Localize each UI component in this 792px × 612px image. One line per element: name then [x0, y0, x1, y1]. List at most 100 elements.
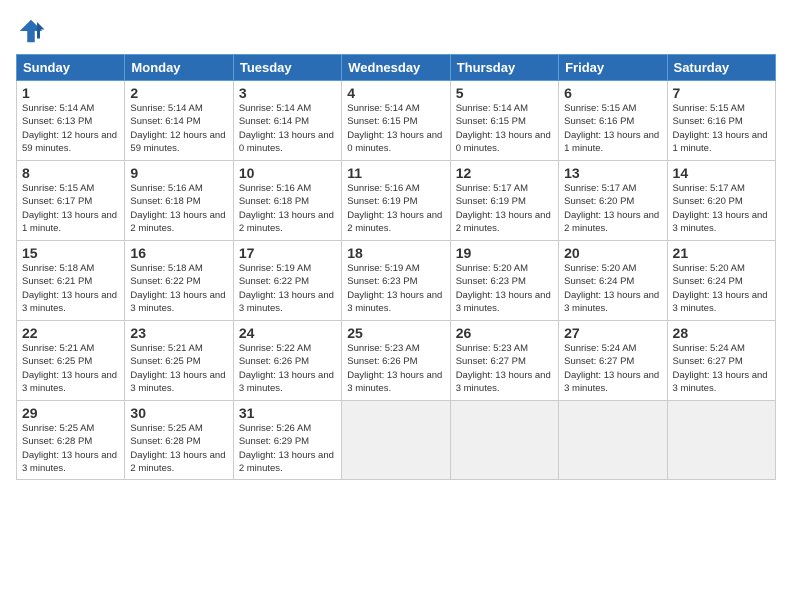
day-info: Sunrise: 5:18 AMSunset: 6:21 PMDaylight:…: [22, 263, 117, 314]
calendar-cell: 22 Sunrise: 5:21 AMSunset: 6:25 PMDaylig…: [17, 321, 125, 401]
calendar-cell: 26 Sunrise: 5:23 AMSunset: 6:27 PMDaylig…: [450, 321, 558, 401]
day-info: Sunrise: 5:20 AMSunset: 6:24 PMDaylight:…: [564, 263, 659, 314]
day-info: Sunrise: 5:17 AMSunset: 6:20 PMDaylight:…: [673, 183, 768, 234]
calendar-cell: [667, 401, 775, 480]
day-number: 21: [673, 245, 770, 261]
day-info: Sunrise: 5:14 AMSunset: 6:15 PMDaylight:…: [347, 103, 442, 154]
day-number: 12: [456, 165, 553, 181]
calendar-cell: 21 Sunrise: 5:20 AMSunset: 6:24 PMDaylig…: [667, 241, 775, 321]
day-info: Sunrise: 5:19 AMSunset: 6:22 PMDaylight:…: [239, 263, 334, 314]
day-number: 18: [347, 245, 444, 261]
day-number: 16: [130, 245, 227, 261]
day-number: 24: [239, 325, 336, 341]
calendar-cell: 8 Sunrise: 5:15 AMSunset: 6:17 PMDayligh…: [17, 161, 125, 241]
calendar-cell: 3 Sunrise: 5:14 AMSunset: 6:14 PMDayligh…: [233, 81, 341, 161]
day-number: 14: [673, 165, 770, 181]
day-number: 19: [456, 245, 553, 261]
day-info: Sunrise: 5:17 AMSunset: 6:20 PMDaylight:…: [564, 183, 659, 234]
day-info: Sunrise: 5:14 AMSunset: 6:14 PMDaylight:…: [130, 103, 225, 154]
day-info: Sunrise: 5:15 AMSunset: 6:17 PMDaylight:…: [22, 183, 117, 234]
day-number: 31: [239, 405, 336, 421]
day-info: Sunrise: 5:14 AMSunset: 6:13 PMDaylight:…: [22, 103, 117, 154]
calendar-week-4: 22 Sunrise: 5:21 AMSunset: 6:25 PMDaylig…: [17, 321, 776, 401]
calendar-header-row: SundayMondayTuesdayWednesdayThursdayFrid…: [17, 55, 776, 81]
calendar-cell: 18 Sunrise: 5:19 AMSunset: 6:23 PMDaylig…: [342, 241, 450, 321]
day-number: 1: [22, 85, 119, 101]
calendar-cell: 17 Sunrise: 5:19 AMSunset: 6:22 PMDaylig…: [233, 241, 341, 321]
calendar-cell: 7 Sunrise: 5:15 AMSunset: 6:16 PMDayligh…: [667, 81, 775, 161]
day-info: Sunrise: 5:25 AMSunset: 6:28 PMDaylight:…: [130, 423, 225, 474]
day-number: 15: [22, 245, 119, 261]
day-number: 17: [239, 245, 336, 261]
day-number: 11: [347, 165, 444, 181]
calendar-cell: 11 Sunrise: 5:16 AMSunset: 6:19 PMDaylig…: [342, 161, 450, 241]
calendar-week-1: 1 Sunrise: 5:14 AMSunset: 6:13 PMDayligh…: [17, 81, 776, 161]
calendar-cell: 30 Sunrise: 5:25 AMSunset: 6:28 PMDaylig…: [125, 401, 233, 480]
calendar-header-saturday: Saturday: [667, 55, 775, 81]
day-info: Sunrise: 5:15 AMSunset: 6:16 PMDaylight:…: [673, 103, 768, 154]
calendar-cell: 6 Sunrise: 5:15 AMSunset: 6:16 PMDayligh…: [559, 81, 667, 161]
day-info: Sunrise: 5:16 AMSunset: 6:18 PMDaylight:…: [130, 183, 225, 234]
day-number: 10: [239, 165, 336, 181]
calendar-week-3: 15 Sunrise: 5:18 AMSunset: 6:21 PMDaylig…: [17, 241, 776, 321]
day-number: 13: [564, 165, 661, 181]
calendar-cell: [450, 401, 558, 480]
day-info: Sunrise: 5:16 AMSunset: 6:18 PMDaylight:…: [239, 183, 334, 234]
calendar-cell: 29 Sunrise: 5:25 AMSunset: 6:28 PMDaylig…: [17, 401, 125, 480]
calendar-cell: 12 Sunrise: 5:17 AMSunset: 6:19 PMDaylig…: [450, 161, 558, 241]
day-info: Sunrise: 5:19 AMSunset: 6:23 PMDaylight:…: [347, 263, 442, 314]
calendar-cell: 14 Sunrise: 5:17 AMSunset: 6:20 PMDaylig…: [667, 161, 775, 241]
day-number: 25: [347, 325, 444, 341]
day-number: 5: [456, 85, 553, 101]
day-number: 4: [347, 85, 444, 101]
day-info: Sunrise: 5:14 AMSunset: 6:14 PMDaylight:…: [239, 103, 334, 154]
day-number: 8: [22, 165, 119, 181]
day-info: Sunrise: 5:17 AMSunset: 6:19 PMDaylight:…: [456, 183, 551, 234]
day-info: Sunrise: 5:26 AMSunset: 6:29 PMDaylight:…: [239, 423, 334, 474]
day-info: Sunrise: 5:24 AMSunset: 6:27 PMDaylight:…: [564, 343, 659, 394]
calendar-header-wednesday: Wednesday: [342, 55, 450, 81]
day-info: Sunrise: 5:15 AMSunset: 6:16 PMDaylight:…: [564, 103, 659, 154]
calendar-cell: 1 Sunrise: 5:14 AMSunset: 6:13 PMDayligh…: [17, 81, 125, 161]
calendar-cell: 23 Sunrise: 5:21 AMSunset: 6:25 PMDaylig…: [125, 321, 233, 401]
day-info: Sunrise: 5:18 AMSunset: 6:22 PMDaylight:…: [130, 263, 225, 314]
day-number: 27: [564, 325, 661, 341]
calendar-header-monday: Monday: [125, 55, 233, 81]
calendar-cell: 5 Sunrise: 5:14 AMSunset: 6:15 PMDayligh…: [450, 81, 558, 161]
calendar-cell: 25 Sunrise: 5:23 AMSunset: 6:26 PMDaylig…: [342, 321, 450, 401]
day-info: Sunrise: 5:25 AMSunset: 6:28 PMDaylight:…: [22, 423, 117, 474]
day-number: 7: [673, 85, 770, 101]
calendar-cell: [559, 401, 667, 480]
header: [16, 16, 776, 46]
calendar-cell: 28 Sunrise: 5:24 AMSunset: 6:27 PMDaylig…: [667, 321, 775, 401]
day-info: Sunrise: 5:21 AMSunset: 6:25 PMDaylight:…: [130, 343, 225, 394]
day-info: Sunrise: 5:20 AMSunset: 6:23 PMDaylight:…: [456, 263, 551, 314]
calendar-cell: 31 Sunrise: 5:26 AMSunset: 6:29 PMDaylig…: [233, 401, 341, 480]
page-container: SundayMondayTuesdayWednesdayThursdayFrid…: [0, 0, 792, 488]
calendar-header-sunday: Sunday: [17, 55, 125, 81]
day-number: 23: [130, 325, 227, 341]
day-info: Sunrise: 5:23 AMSunset: 6:26 PMDaylight:…: [347, 343, 442, 394]
calendar-cell: 19 Sunrise: 5:20 AMSunset: 6:23 PMDaylig…: [450, 241, 558, 321]
calendar-header-tuesday: Tuesday: [233, 55, 341, 81]
day-info: Sunrise: 5:24 AMSunset: 6:27 PMDaylight:…: [673, 343, 768, 394]
calendar-cell: 10 Sunrise: 5:16 AMSunset: 6:18 PMDaylig…: [233, 161, 341, 241]
day-number: 20: [564, 245, 661, 261]
day-number: 6: [564, 85, 661, 101]
day-number: 2: [130, 85, 227, 101]
calendar-week-5: 29 Sunrise: 5:25 AMSunset: 6:28 PMDaylig…: [17, 401, 776, 480]
calendar-body: 1 Sunrise: 5:14 AMSunset: 6:13 PMDayligh…: [17, 81, 776, 480]
calendar-cell: [342, 401, 450, 480]
day-number: 22: [22, 325, 119, 341]
calendar-cell: 9 Sunrise: 5:16 AMSunset: 6:18 PMDayligh…: [125, 161, 233, 241]
day-number: 29: [22, 405, 119, 421]
day-info: Sunrise: 5:23 AMSunset: 6:27 PMDaylight:…: [456, 343, 551, 394]
day-info: Sunrise: 5:22 AMSunset: 6:26 PMDaylight:…: [239, 343, 334, 394]
day-info: Sunrise: 5:14 AMSunset: 6:15 PMDaylight:…: [456, 103, 551, 154]
logo-icon: [16, 16, 46, 46]
calendar-header-friday: Friday: [559, 55, 667, 81]
calendar-cell: 13 Sunrise: 5:17 AMSunset: 6:20 PMDaylig…: [559, 161, 667, 241]
day-info: Sunrise: 5:21 AMSunset: 6:25 PMDaylight:…: [22, 343, 117, 394]
calendar-cell: 27 Sunrise: 5:24 AMSunset: 6:27 PMDaylig…: [559, 321, 667, 401]
calendar-header-thursday: Thursday: [450, 55, 558, 81]
